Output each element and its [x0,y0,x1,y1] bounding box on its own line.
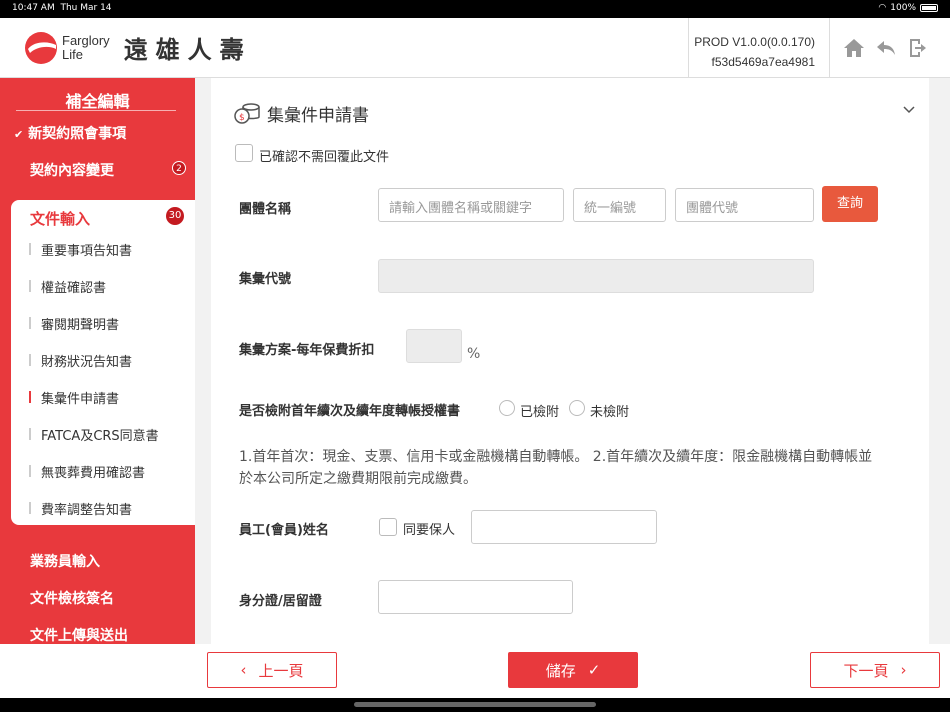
chevron-right-icon: › [900,661,907,679]
collect-code-label: 集彙代號 [239,272,292,287]
battery-icon [920,4,938,12]
group-name-input[interactable]: 請輸入團體名稱或關鍵字 [378,188,564,222]
status-time: 10:47 AM Thu Mar 14 [12,3,112,13]
auth-label: 是否檢附首年續次及續年度轉帳授權書 [239,404,461,419]
employee-name-label: 員工(會員)姓名 [239,523,329,538]
payment-note: 1.首年首次：現金、支票、信用卡或金融機構自動轉帳。 2.首年續次及續年度：限金… [239,449,873,487]
form-card: $ 集彙件申請書 已確認不需回覆此文件 團體名稱 請輸入團體名稱或關鍵字 統一編… [211,78,929,644]
sidebar: 補全編輯 ✔ 新契約照會事項 契約內容變更 2 文件輸入 30 重要事項告知書 … [0,78,195,698]
group-name-label: 團體名稱 [239,202,292,217]
sidebar-item-contract-change[interactable]: 契約內容變更 [30,160,114,180]
sidebar-divider [16,110,176,111]
attached-radio[interactable] [499,400,515,416]
app-header: Farglory Life 遠雄人壽 PROD V1.0.0(0.0.170) … [0,18,950,78]
doc-item-fatca-crs[interactable]: FATCA及CRS同意書 [29,425,159,444]
logo-chinese: 遠雄人壽 [123,36,252,64]
doc-input-panel: 文件輸入 30 重要事項告知書 權益確認書 審閱期聲明書 財務狀況告知書 集彙件… [11,200,195,525]
not-attached-radio[interactable] [569,400,585,416]
sidebar-item-upload-send[interactable]: 文件上傳與送出 [30,625,128,645]
doc-item-important-notice[interactable]: 重要事項告知書 [28,240,132,259]
save-button[interactable]: 儲存 ✓ [508,652,638,688]
prev-page-button[interactable]: ‹ 上一頁 [207,652,337,688]
id-input[interactable] [378,580,573,614]
doc-item-rate-adjust[interactable]: 費率調整告知書 [28,499,132,518]
sidebar-title: 補全編輯 [65,92,130,111]
coins-icon: $ [234,103,260,124]
logo: Farglory Life 遠雄人壽 [24,30,252,65]
id-label: 身分證/居留證 [239,594,322,609]
doc-item-collect-application[interactable]: 集彙件申請書 [28,388,119,407]
group-code-input[interactable]: 團體代號 [675,188,814,222]
logo-english: Farglory Life [62,32,110,62]
footer-left-bg [0,644,195,698]
check-icon: ✔ [14,128,24,141]
collect-code-field [378,259,814,293]
sidebar-item-agent-input[interactable]: 業務員輸入 [30,551,100,571]
percent-sign: % [467,346,481,362]
sidebar-item-doc-sign[interactable]: 文件檢核簽名 [30,588,114,608]
farglory-logo-icon [25,31,57,64]
chevron-down-icon[interactable] [903,106,915,114]
contract-change-badge: 2 [172,161,186,175]
not-attached-label: 未檢附 [590,405,630,420]
query-button[interactable]: 查詢 [822,186,878,222]
version-info: PROD V1.0.0(0.0.170) f53d5469a7ea4981 [688,18,830,78]
doc-item-rights-confirm[interactable]: 權益確認書 [28,277,106,296]
confirm-checkbox[interactable] [235,144,253,162]
main-area: $ 集彙件申請書 已確認不需回覆此文件 團體名稱 請輸入團體名稱或關鍵字 統一編… [195,78,950,644]
sidebar-item-doc-input[interactable]: 文件輸入 [30,208,90,229]
back-icon[interactable] [874,36,898,60]
svg-text:$: $ [239,113,245,123]
next-page-button[interactable]: 下一頁 › [810,652,940,688]
home-indicator-bar [0,698,950,712]
doc-item-financial-notice[interactable]: 財務狀況告知書 [28,351,132,370]
confirm-label: 已確認不需回覆此文件 [259,150,390,165]
doc-item-review-statement[interactable]: 審閱期聲明書 [28,314,119,333]
discount-field[interactable] [406,329,462,363]
discount-label: 集彙方案-每年保費折扣 [239,343,375,358]
sidebar-item-new-contract[interactable]: ✔ 新契約照會事項 [14,123,126,143]
wifi-icon: ◠ [878,3,887,13]
doc-item-funeral-confirm[interactable]: 無喪葬費用確認書 [28,462,145,481]
same-insured-checkbox[interactable] [379,518,397,536]
tax-id-input[interactable]: 統一編號 [573,188,666,222]
form-title: $ 集彙件申請書 [233,100,369,126]
employee-name-input[interactable] [471,510,657,544]
logout-icon[interactable] [906,36,930,60]
doc-input-badge: 30 [165,206,185,226]
status-battery: ◠ 100% [878,3,938,13]
chevron-left-icon: ‹ [240,661,247,679]
home-indicator[interactable] [354,702,596,707]
attached-label: 已檢附 [520,405,560,420]
status-bar: 10:47 AM Thu Mar 14 ◠ 100% [0,0,950,18]
home-icon[interactable] [842,36,866,60]
same-insured-label: 同要保人 [403,523,456,538]
check-icon: ✓ [587,661,601,679]
